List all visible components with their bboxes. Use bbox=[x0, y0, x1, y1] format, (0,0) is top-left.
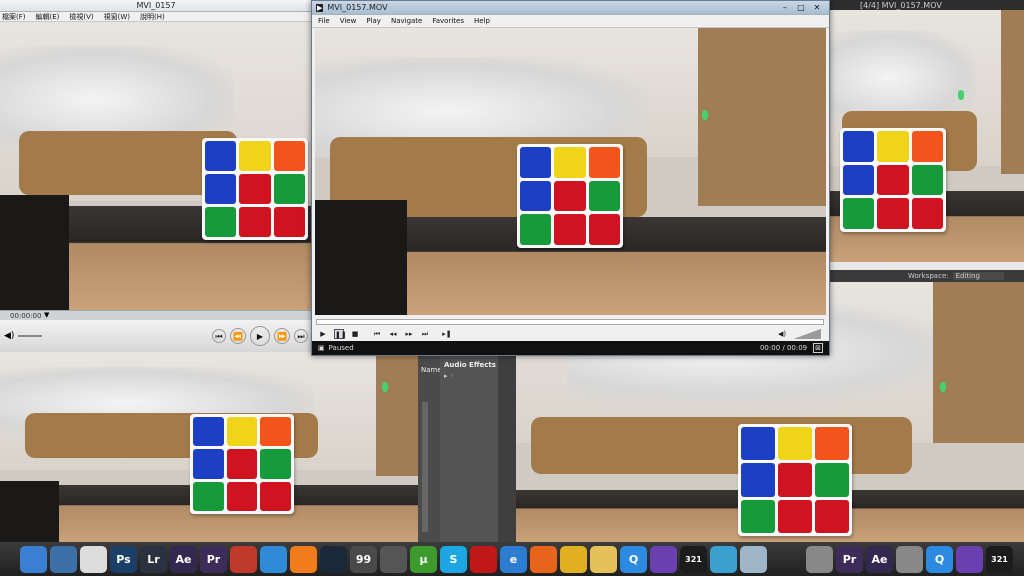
main-player-window: ▶ MVI_0157.MOV – □ ✕ File View Play Navi… bbox=[311, 0, 830, 356]
folder-icon[interactable] bbox=[590, 545, 617, 573]
next-icon[interactable]: ⏭ bbox=[420, 329, 430, 339]
minimize-button[interactable]: – bbox=[779, 3, 791, 13]
pause-icon[interactable]: ❚❚ bbox=[334, 329, 347, 339]
time-display: 00:00 / 00:09 bbox=[759, 344, 808, 352]
visual-studio-icon-2[interactable] bbox=[956, 545, 983, 573]
itunes-icon[interactable] bbox=[260, 545, 287, 573]
previous-icon[interactable]: ⏮ bbox=[372, 329, 382, 339]
computer-icon[interactable] bbox=[50, 545, 77, 573]
utorrent-icon[interactable]: µ bbox=[410, 545, 437, 573]
clock-icon[interactable] bbox=[80, 545, 107, 573]
origin-icon[interactable] bbox=[290, 545, 317, 573]
timeline-bar[interactable]: 00:00:00 ▼ bbox=[0, 310, 312, 320]
aspect-icon[interactable]: ⊠ bbox=[813, 343, 823, 353]
volume-slider[interactable] bbox=[793, 329, 821, 339]
after-effects-icon-2[interactable]: Ae bbox=[866, 545, 893, 573]
close-button[interactable]: ✕ bbox=[811, 3, 823, 13]
media-player-icon[interactable] bbox=[470, 545, 497, 573]
window-title: MVI_0157 bbox=[136, 1, 176, 10]
menu-help[interactable]: 說明(H) bbox=[140, 12, 165, 22]
media-player-classic-icon-2[interactable]: 321 bbox=[986, 545, 1013, 573]
timecode: 00:00:00 bbox=[10, 312, 42, 320]
topleft-video bbox=[0, 22, 312, 310]
topleft-player-window: MVI_0157 檔案(F) 編輯(E) 檢視(V) 視窗(W) 說明(H) 0… bbox=[0, 0, 312, 352]
monitor-icon[interactable] bbox=[380, 545, 407, 573]
recycle-bin-icon[interactable] bbox=[740, 545, 767, 573]
start-orb-icon[interactable] bbox=[20, 545, 47, 573]
menu-file[interactable]: 檔案(F) bbox=[2, 12, 26, 22]
play-icon[interactable]: ▶ bbox=[318, 329, 328, 339]
workspace-label: Workspace: bbox=[907, 272, 949, 280]
workspace-dropdown[interactable]: Editing bbox=[952, 272, 1004, 280]
fast-forward-icon[interactable]: ▸▸ bbox=[404, 329, 414, 339]
premiere-project-panel: Name bbox=[418, 352, 442, 542]
premiere-icon-2[interactable]: Pr bbox=[836, 545, 863, 573]
chrome-icon[interactable] bbox=[560, 545, 587, 573]
playback-status: Paused bbox=[328, 344, 354, 352]
rewind-icon[interactable]: ◂◂ bbox=[388, 329, 398, 339]
menu-view[interactable]: View bbox=[340, 17, 357, 25]
menu-edit[interactable]: 編輯(E) bbox=[36, 12, 60, 22]
menu-view[interactable]: 檢視(V) bbox=[69, 12, 93, 22]
name-column-header[interactable]: Name bbox=[418, 366, 442, 374]
quicktime-icon-2[interactable]: Q bbox=[926, 545, 953, 573]
play-icon[interactable]: ▶ bbox=[250, 326, 270, 346]
lightroom-icon[interactable]: Lr bbox=[140, 545, 167, 573]
seek-bar[interactable] bbox=[316, 319, 824, 325]
keyboard-icon[interactable] bbox=[806, 545, 833, 573]
keyboard-icon-2[interactable] bbox=[896, 545, 923, 573]
steam-icon[interactable] bbox=[320, 545, 347, 573]
stop-icon[interactable]: ■ bbox=[350, 329, 360, 339]
taskbar: Ps Lr Ae Pr 99 µ Se Q 321 Pr Ae Q 321 bbox=[0, 542, 1024, 576]
quicktime-icon[interactable]: Q bbox=[620, 545, 647, 573]
workspace-bar: Workspace: Editing bbox=[830, 270, 1024, 282]
ie-icon[interactable]: e bbox=[500, 545, 527, 573]
transport-controls: ◀) ⏮ ⏪ ▶ ⏩ ⏭ bbox=[0, 320, 312, 352]
volume-icon[interactable]: ◀) bbox=[4, 331, 14, 341]
menu-window[interactable]: 視窗(W) bbox=[104, 12, 130, 22]
firefox-icon[interactable] bbox=[530, 545, 557, 573]
volume-icon[interactable]: ◀) bbox=[777, 329, 787, 339]
skype-icon[interactable]: S bbox=[440, 545, 467, 573]
menu-help[interactable]: Help bbox=[474, 17, 490, 25]
maximize-button[interactable]: □ bbox=[795, 3, 807, 13]
after-effects-icon[interactable]: Ae bbox=[170, 545, 197, 573]
window-title: MVI_0157.MOV bbox=[327, 3, 388, 12]
main-video bbox=[315, 28, 826, 315]
bottom-left-video bbox=[0, 352, 418, 542]
go-to-start-icon[interactable]: ⏮ bbox=[212, 329, 226, 343]
premiere-icon[interactable]: Pr bbox=[200, 545, 227, 573]
menu-navigate[interactable]: Navigate bbox=[391, 17, 422, 25]
go-to-end-icon[interactable]: ⏭ bbox=[294, 329, 308, 343]
menu-play[interactable]: Play bbox=[366, 17, 381, 25]
game-icon[interactable] bbox=[230, 545, 257, 573]
frame-step-icon[interactable]: ▸❚ bbox=[442, 329, 452, 339]
volume-slider[interactable] bbox=[18, 335, 43, 337]
visual-studio-icon[interactable] bbox=[650, 545, 677, 573]
menu-favorites[interactable]: Favorites bbox=[432, 17, 464, 25]
app-icon: ▶ bbox=[316, 3, 324, 12]
topright-player-window: [4/4] MVI_0157.MOV Workspace: Editing bbox=[830, 0, 1024, 282]
menu-file[interactable]: File bbox=[318, 17, 330, 25]
playhead-icon[interactable]: ▼ bbox=[44, 311, 49, 319]
game-99-icon[interactable]: 99 bbox=[350, 545, 377, 573]
fast-forward-icon[interactable]: ⏩ bbox=[274, 328, 290, 344]
window-title: [4/4] MVI_0157.MOV bbox=[860, 0, 942, 10]
tools-icon[interactable] bbox=[710, 545, 737, 573]
topright-video bbox=[830, 10, 1024, 262]
media-player-classic-icon[interactable]: 321 bbox=[680, 545, 707, 573]
status-icon: ▣ bbox=[318, 344, 325, 352]
rewind-icon[interactable]: ⏪ bbox=[230, 328, 246, 344]
photoshop-icon[interactable]: Ps bbox=[110, 545, 137, 573]
audio-effects-panel: Audio Effects ▸ ◦ bbox=[440, 352, 516, 542]
